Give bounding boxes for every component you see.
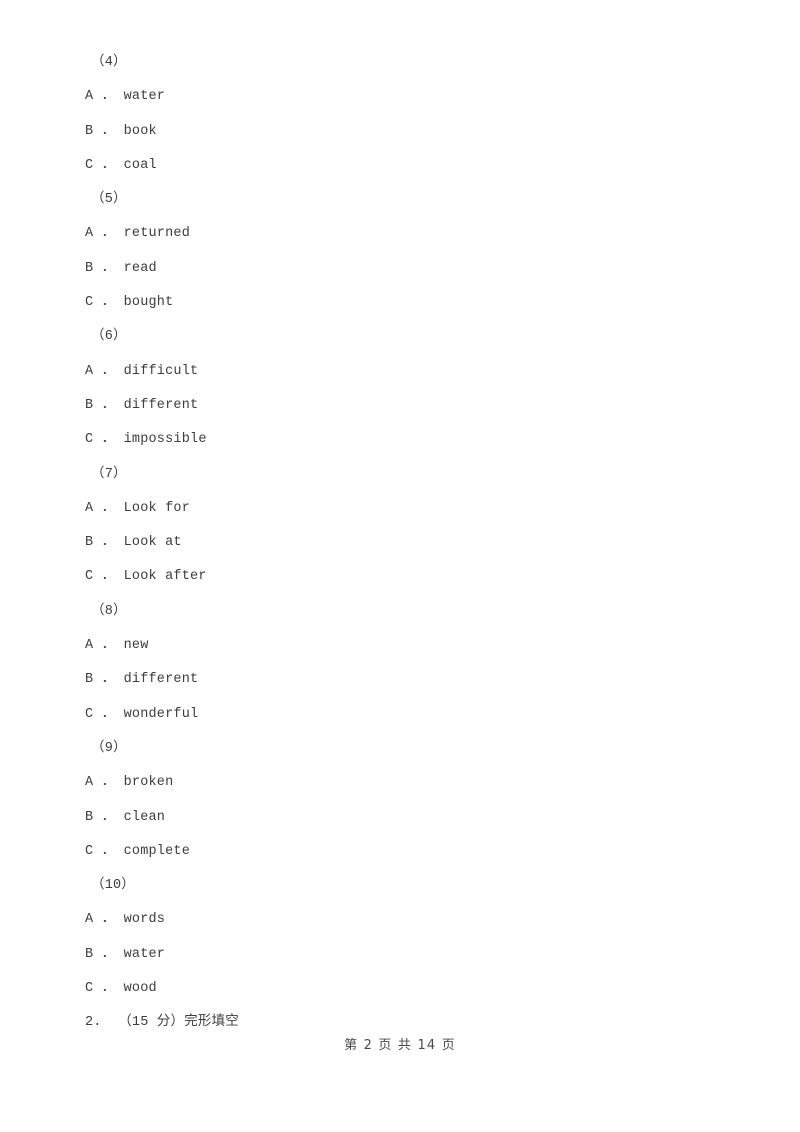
page-footer: 第 2 页 共 14 页 bbox=[344, 1038, 456, 1053]
answer-option[interactable]: B ． clean bbox=[85, 801, 725, 835]
answer-option[interactable]: B ． water bbox=[85, 938, 725, 972]
question-number: （9） bbox=[91, 740, 127, 756]
question-number: （6） bbox=[91, 329, 127, 345]
answer-option[interactable]: B ． book bbox=[85, 115, 725, 149]
question-number: （8） bbox=[91, 603, 127, 619]
answer-option[interactable]: C ． Look after bbox=[85, 560, 725, 594]
question-number: （4） bbox=[91, 55, 127, 70]
question-number: （7） bbox=[91, 466, 127, 482]
question-list: （4） A ． water B ． book C ． coal （5） A ． retur… bbox=[85, 46, 725, 1041]
answer-option[interactable]: A ． words bbox=[85, 903, 725, 937]
answer-option[interactable]: B ． Look at bbox=[85, 526, 725, 560]
answer-option[interactable]: B ． different bbox=[85, 663, 725, 697]
answer-option[interactable]: C ． wonderful bbox=[85, 698, 725, 732]
answer-option[interactable]: A ． broken bbox=[85, 766, 725, 800]
answer-option[interactable]: C ． complete bbox=[85, 835, 725, 869]
document-page: （4） A ． water B ． book C ． coal （5） A ． retur… bbox=[0, 0, 800, 1132]
answer-option[interactable]: C ． wood bbox=[85, 972, 725, 1006]
answer-option[interactable]: A ． returned bbox=[85, 217, 725, 251]
answer-option[interactable]: C ． coal bbox=[85, 149, 725, 183]
answer-option[interactable]: C ． impossible bbox=[85, 423, 725, 457]
question-number: （10） bbox=[91, 878, 136, 894]
answer-option[interactable]: A ． new bbox=[85, 629, 725, 663]
answer-option[interactable]: B ． different bbox=[85, 389, 725, 423]
answer-option[interactable]: A ． water bbox=[85, 80, 725, 114]
answer-option[interactable]: A ． difficult bbox=[85, 355, 725, 389]
answer-option[interactable]: C ． bought bbox=[85, 286, 725, 320]
answer-option[interactable]: A ． Look for bbox=[85, 492, 725, 526]
answer-option[interactable]: B ． read bbox=[85, 252, 725, 286]
question-number: （5） bbox=[91, 192, 127, 208]
